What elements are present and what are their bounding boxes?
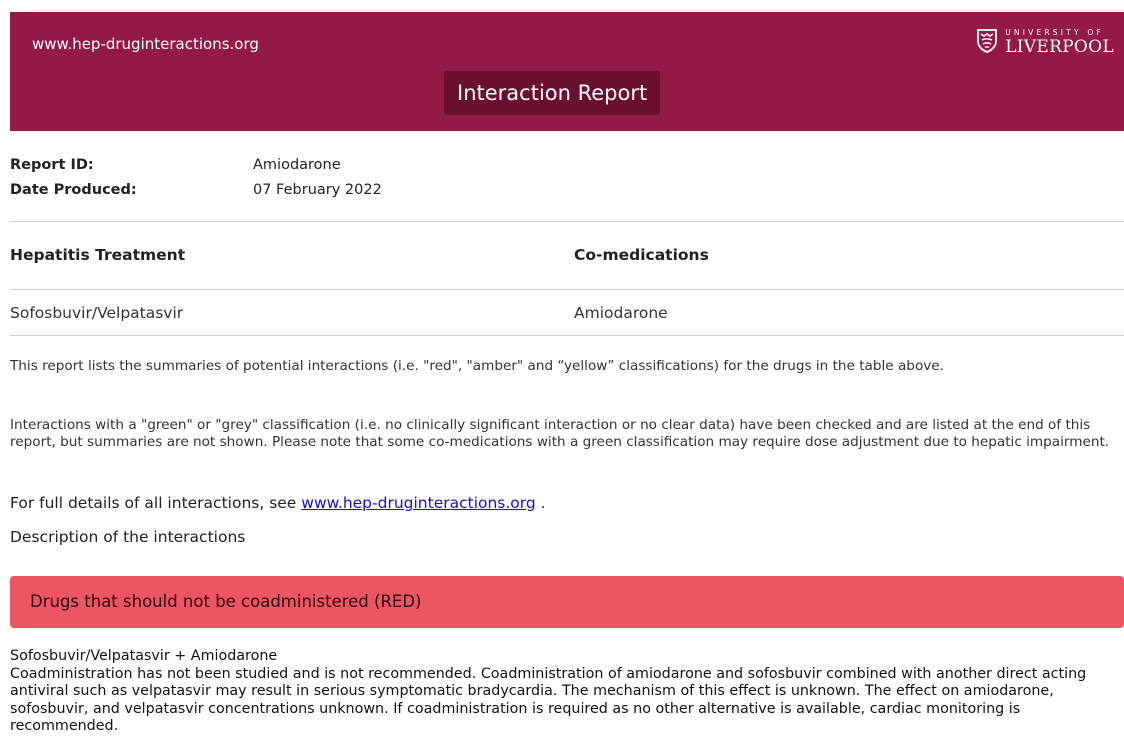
divider xyxy=(10,289,1124,290)
logo-top-line: UNIVERSITY OF xyxy=(1005,28,1104,37)
intro-paragraph: This report lists the summaries of poten… xyxy=(10,358,944,374)
red-classification-title: Drugs that should not be coadministered … xyxy=(30,592,422,611)
logo-name: LIVERPOOL xyxy=(1005,36,1114,57)
co-medication-cell: Amiodarone xyxy=(574,304,668,322)
classification-note-paragraph: Interactions with a "green" or "grey" cl… xyxy=(10,417,1110,450)
co-medications-header: Co-medications xyxy=(574,246,709,264)
hepatitis-treatment-cell: Sofosbuvir/Velpatasvir xyxy=(10,304,184,322)
interaction-title: Sofosbuvir/Velpatasvir + Amiodarone xyxy=(10,648,278,664)
divider xyxy=(10,221,1124,222)
site-url: www.hep-druginteractions.org xyxy=(32,35,259,53)
university-logo: UNIVERSITY OF LIVERPOOL xyxy=(977,29,1114,56)
report-id-label: Report ID: xyxy=(10,157,94,173)
date-produced-value: 07 February 2022 xyxy=(253,182,382,198)
full-details-line: For full details of all interactions, se… xyxy=(10,494,546,512)
full-details-suffix: . xyxy=(535,494,546,512)
report-id-value: Amiodarone xyxy=(253,157,341,173)
description-heading: Description of the interactions xyxy=(10,528,246,546)
report-header: www.hep-druginteractions.org UNIVERSITY … xyxy=(10,12,1124,131)
date-produced-label: Date Produced: xyxy=(10,182,137,198)
red-classification-banner: Drugs that should not be coadministered … xyxy=(10,576,1124,628)
divider xyxy=(10,335,1124,336)
full-details-prefix: For full details of all interactions, se… xyxy=(10,494,302,512)
hepatitis-treatment-header: Hepatitis Treatment xyxy=(10,246,186,264)
interaction-description: Coadministration has not been studied an… xyxy=(10,665,1087,735)
crest-shield-icon xyxy=(977,29,998,53)
interaction-report-page: www.hep-druginteractions.org UNIVERSITY … xyxy=(0,0,1124,747)
website-link[interactable]: www.hep-druginteractions.org xyxy=(301,494,535,512)
interaction-entry: Sofosbuvir/Velpatasvir + Amiodarone Coad… xyxy=(10,648,1124,736)
page-title: Interaction Report xyxy=(444,71,661,115)
